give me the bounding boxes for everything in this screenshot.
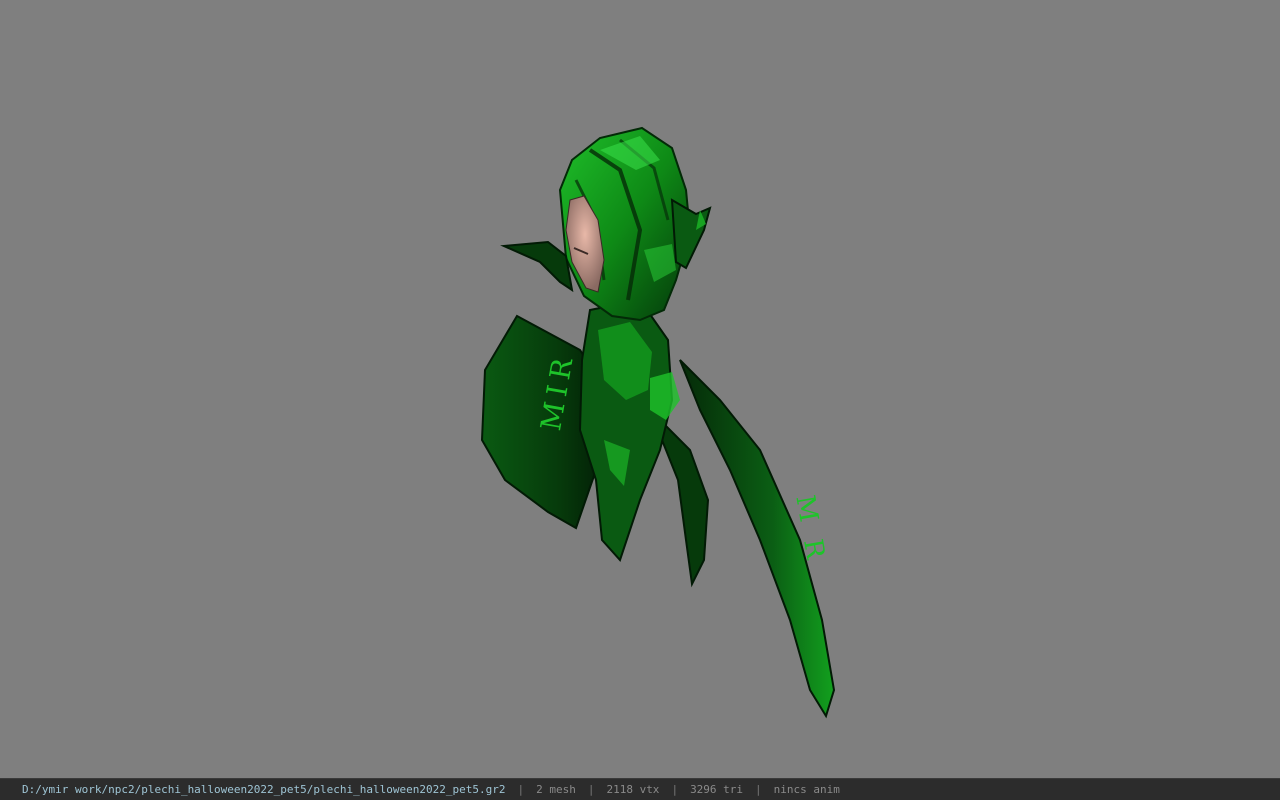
3d-viewport[interactable]: MIR MR <box>0 0 1280 778</box>
status-bar: D:/ymir work/npc2/plechi_halloween2022_p… <box>0 778 1280 800</box>
mesh-count-label: 2 mesh <box>536 783 576 796</box>
triangle-count-label: 3296 tri <box>690 783 744 796</box>
model-render: MIR MR <box>480 126 836 719</box>
status-separator: | <box>671 783 679 796</box>
status-separator: | <box>587 783 595 796</box>
status-separator: | <box>517 783 525 796</box>
left-horn <box>500 240 574 293</box>
file-path-label: D:/ymir work/npc2/plechi_halloween2022_p… <box>22 783 506 796</box>
status-separator: | <box>755 783 762 796</box>
animation-status-label: nincs anim <box>773 783 840 796</box>
center-tail <box>658 417 710 588</box>
right-horn <box>670 198 712 270</box>
vertex-count-label: 2118 vtx <box>606 783 660 796</box>
